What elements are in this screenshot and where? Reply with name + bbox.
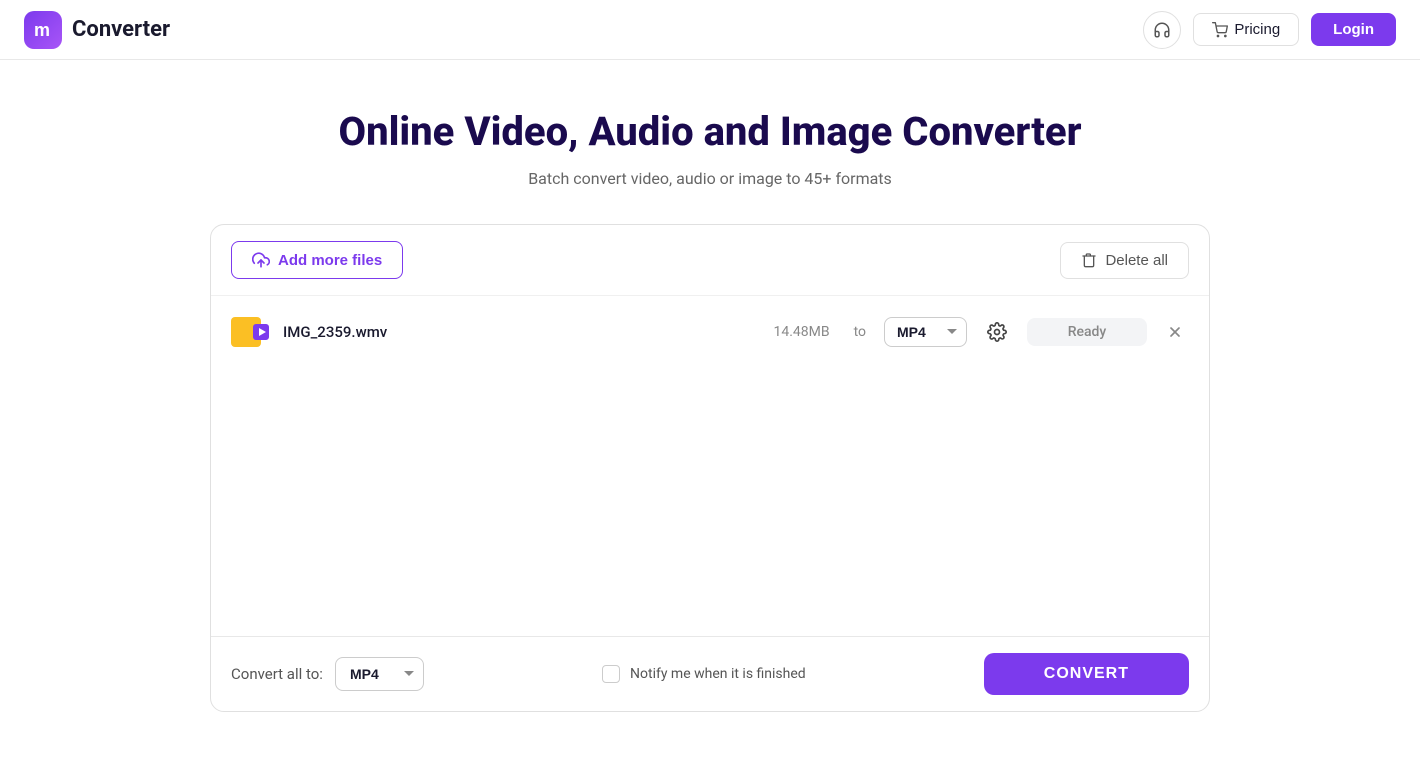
delete-all-label: Delete all xyxy=(1105,252,1168,269)
add-files-button[interactable]: Add more files xyxy=(231,241,403,279)
format-select[interactable]: MP4 MP3 AVI MOV MKV WMV FLV WebM GIF AAC… xyxy=(884,317,967,347)
pricing-label: Pricing xyxy=(1234,21,1280,38)
close-icon xyxy=(1167,324,1183,340)
play-overlay-icon xyxy=(253,324,269,340)
convert-all-label: Convert all to: xyxy=(231,665,323,683)
headset-icon xyxy=(1153,21,1171,39)
logo-icon: m xyxy=(24,11,62,49)
file-area-toolbar: Add more files Delete all xyxy=(211,225,1209,296)
file-name: IMG_2359.wmv xyxy=(283,323,759,341)
hero-title: Online Video, Audio and Image Converter xyxy=(210,108,1210,155)
notify-label: Notify me when it is finished xyxy=(630,666,806,682)
notify-checkbox[interactable] xyxy=(602,665,620,683)
gear-icon xyxy=(987,322,1007,342)
remove-file-button[interactable] xyxy=(1161,318,1189,346)
upload-icon xyxy=(252,251,270,269)
settings-button[interactable] xyxy=(981,316,1013,348)
headset-button[interactable] xyxy=(1143,11,1181,49)
add-files-label: Add more files xyxy=(278,252,382,269)
convert-all-select[interactable]: MP4 MP3 AVI MOV MKV WMV FLV WebM GIF AAC… xyxy=(335,657,424,691)
app-name: Converter xyxy=(72,17,170,42)
file-area: Add more files Delete all IMG_2359.wmv xyxy=(210,224,1210,712)
cart-icon xyxy=(1212,22,1228,38)
delete-all-button[interactable]: Delete all xyxy=(1060,242,1189,279)
notify-section: Notify me when it is finished xyxy=(602,665,806,683)
pricing-button[interactable]: Pricing xyxy=(1193,13,1299,46)
svg-text:m: m xyxy=(34,20,50,40)
convert-button[interactable]: CONVERT xyxy=(984,653,1189,695)
file-type-icon xyxy=(231,317,269,347)
header-right: Pricing Login xyxy=(1143,11,1396,49)
hero-subtitle: Batch convert video, audio or image to 4… xyxy=(210,169,1210,188)
trash-icon xyxy=(1081,252,1097,268)
table-row: IMG_2359.wmv 14.48MB to MP4 MP3 AVI MOV … xyxy=(211,306,1209,358)
main-content: Online Video, Audio and Image Converter … xyxy=(190,60,1230,732)
to-label: to xyxy=(854,324,866,340)
header-left: m Converter xyxy=(24,11,170,49)
file-size: 14.48MB xyxy=(773,324,829,340)
status-badge: Ready xyxy=(1027,318,1147,346)
header: m Converter Pricing Login xyxy=(0,0,1420,60)
convert-all-section: Convert all to: MP4 MP3 AVI MOV MKV WMV … xyxy=(231,657,424,691)
bottom-bar: Convert all to: MP4 MP3 AVI MOV MKV WMV … xyxy=(211,636,1209,711)
login-button[interactable]: Login xyxy=(1311,13,1396,46)
file-list: IMG_2359.wmv 14.48MB to MP4 MP3 AVI MOV … xyxy=(211,296,1209,636)
